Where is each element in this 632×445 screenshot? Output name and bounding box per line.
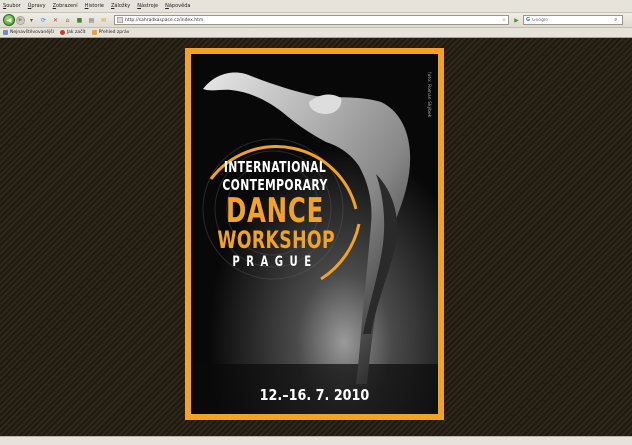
event-dates: 12.–16. 7. 2010 — [259, 386, 370, 404]
rss-feed-icon — [91, 30, 97, 35]
menu-bookmarks[interactable]: Záložky — [111, 3, 130, 9]
history-dropdown-button[interactable]: ▾ — [27, 16, 36, 25]
menu-edit[interactable]: Úpravy — [28, 3, 46, 9]
mail-icon: ✉ — [100, 16, 107, 24]
mail-button[interactable]: ✉ — [99, 16, 108, 25]
go-arrow-icon: ▶ — [514, 16, 519, 24]
menu-tools[interactable]: Nástroje — [137, 3, 158, 9]
page-favicon-icon — [117, 17, 123, 23]
workshop-poster[interactable]: foto: Roman Skýbek INTERNATIONAL CONTEMP… — [185, 48, 444, 420]
print-icon: ▤ — [88, 16, 95, 24]
url-text: http://sahradkaspace.cz/index.htm — [125, 17, 204, 23]
menu-history[interactable]: Historie — [85, 3, 104, 9]
home-icon: ⌂ — [65, 16, 70, 24]
bookmarks-toolbar: Nejnavštěvovanější Jak začít Přehled zpr… — [0, 28, 632, 38]
bookmark-most-visited[interactable]: Nejnavštěvovanější — [3, 30, 54, 35]
reload-icon: ⟳ — [40, 16, 47, 24]
menu-help[interactable]: Nápověda — [165, 3, 190, 9]
poster-artwork: foto: Roman Skýbek INTERNATIONAL CONTEMP… — [191, 54, 438, 414]
title-line-workshop: WORKSHOP — [217, 226, 335, 254]
search-box[interactable]: G ⌕ — [523, 15, 623, 25]
search-icon[interactable]: ⌕ — [614, 16, 617, 24]
title-line-international: INTERNATIONAL — [223, 158, 327, 176]
bookmark-news[interactable]: Přehled zpráv — [91, 30, 130, 35]
bookmark-icon: ■ — [76, 16, 83, 24]
star-icon[interactable]: ☆ — [502, 18, 506, 23]
back-arrow-icon: ◀ — [6, 16, 12, 24]
bookmark-label: Jak začít — [66, 30, 86, 35]
url-bar[interactable]: http://sahradkaspace.cz/index.htm ☆ — [114, 15, 509, 25]
print-button[interactable]: ▤ — [87, 16, 96, 25]
google-logo-icon: G — [526, 17, 531, 23]
chevron-down-icon: ▾ — [29, 16, 33, 24]
title-line-prague: PRAGUE — [232, 254, 318, 270]
bookmark-label: Nejnavštěvovanější — [10, 30, 54, 35]
search-input[interactable] — [532, 17, 613, 23]
back-button[interactable]: ◀ — [3, 14, 15, 26]
bookmark-getting-started[interactable]: Jak začít — [59, 30, 86, 35]
photo-credit: foto: Roman Skýbek — [427, 72, 432, 118]
forward-arrow-icon: ▶ — [18, 17, 23, 23]
bookmark-label: Přehled zpráv — [98, 30, 130, 35]
stop-icon: ✕ — [52, 16, 59, 24]
menu-view[interactable]: Zobrazení — [53, 3, 78, 9]
status-bar — [0, 436, 632, 445]
navigation-toolbar: ◀ ▶ ▾ ⟳ ✕ ⌂ ■ ▤ ✉ http://sahradkaspace.c… — [0, 13, 632, 28]
reload-button[interactable]: ⟳ — [39, 16, 48, 25]
title-line-dance: DANCE — [225, 191, 325, 231]
go-button[interactable]: ▶ — [512, 16, 521, 25]
bookmark-page-icon — [59, 30, 65, 35]
menu-bar: Soubor Úpravy Zobrazení Historie Záložky… — [0, 0, 632, 13]
bookmark-add-button[interactable]: ■ — [75, 16, 84, 25]
stop-button[interactable]: ✕ — [51, 16, 60, 25]
forward-button[interactable]: ▶ — [16, 15, 25, 25]
home-button[interactable]: ⌂ — [63, 16, 72, 25]
menu-file[interactable]: Soubor — [3, 3, 21, 9]
bookmark-folder-icon — [3, 30, 8, 35]
